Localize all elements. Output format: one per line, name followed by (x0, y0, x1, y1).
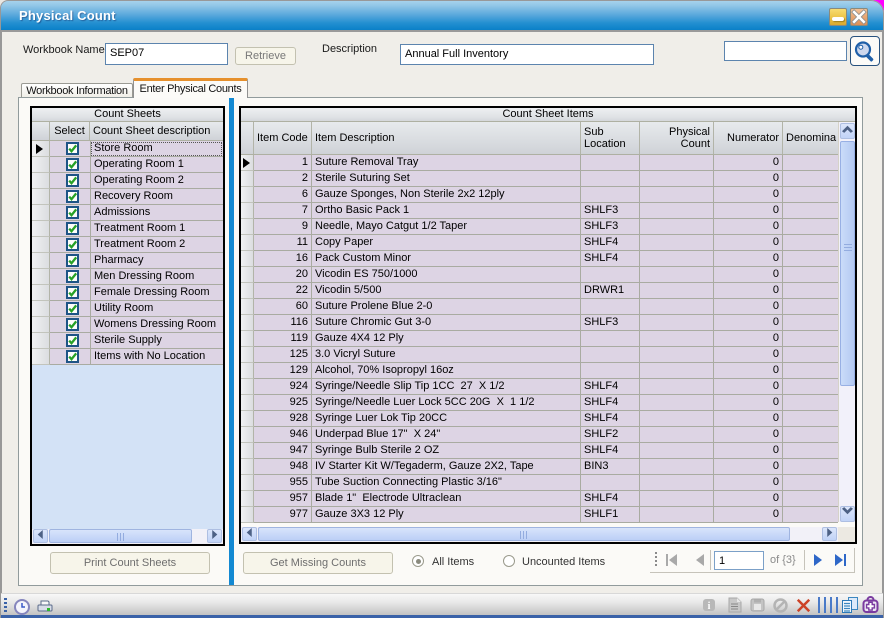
svg-text:i: i (708, 601, 711, 612)
